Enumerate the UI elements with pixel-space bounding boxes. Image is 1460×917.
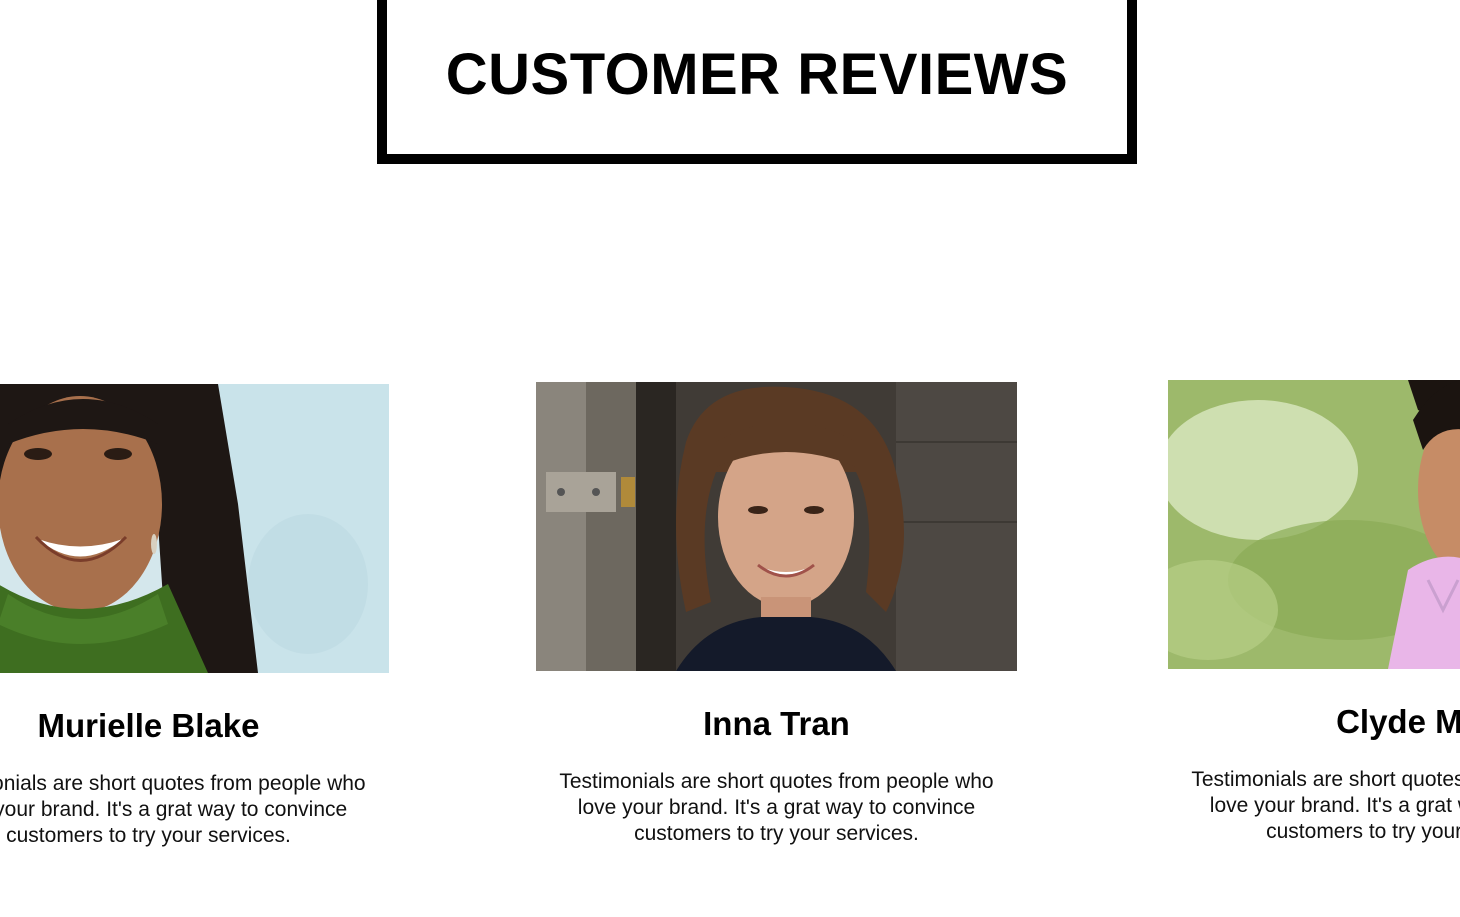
reviewer-photo: [0, 384, 389, 673]
woman-green-sweater-photo: [0, 384, 389, 673]
reviewer-photo: [1168, 380, 1460, 669]
reviews-page: CUSTOMER REVIEWS Murielle Blake nials ar…: [0, 0, 1460, 917]
review-text: Testimonials are short quotes from peopl…: [559, 770, 994, 845]
review-card: Inna Tran Testimonials are short quotes …: [536, 382, 1017, 847]
reviewer-name: Murielle Blake: [37, 707, 260, 744]
review-card: Clyde Me Testimonials are short quotes f…: [1168, 380, 1460, 845]
reviewer-name: Inna Tran: [703, 705, 850, 742]
review-text: Testimonials are short quotes from peopl…: [1191, 768, 1460, 843]
woman-curly-hair-photo: [536, 382, 1017, 671]
man-pink-shirt-photo: [1168, 380, 1460, 669]
reviewer-name: Clyde Me: [1336, 703, 1460, 740]
reviewer-photo: [536, 382, 1017, 671]
page-title: CUSTOMER REVIEWS: [445, 41, 1069, 107]
review-card: Murielle Blake Testimonials are short qu…: [0, 384, 389, 849]
review-text: Testimonials are short quotes from peopl…: [0, 772, 366, 847]
title-box: CUSTOMER REVIEWS: [377, 0, 1137, 164]
